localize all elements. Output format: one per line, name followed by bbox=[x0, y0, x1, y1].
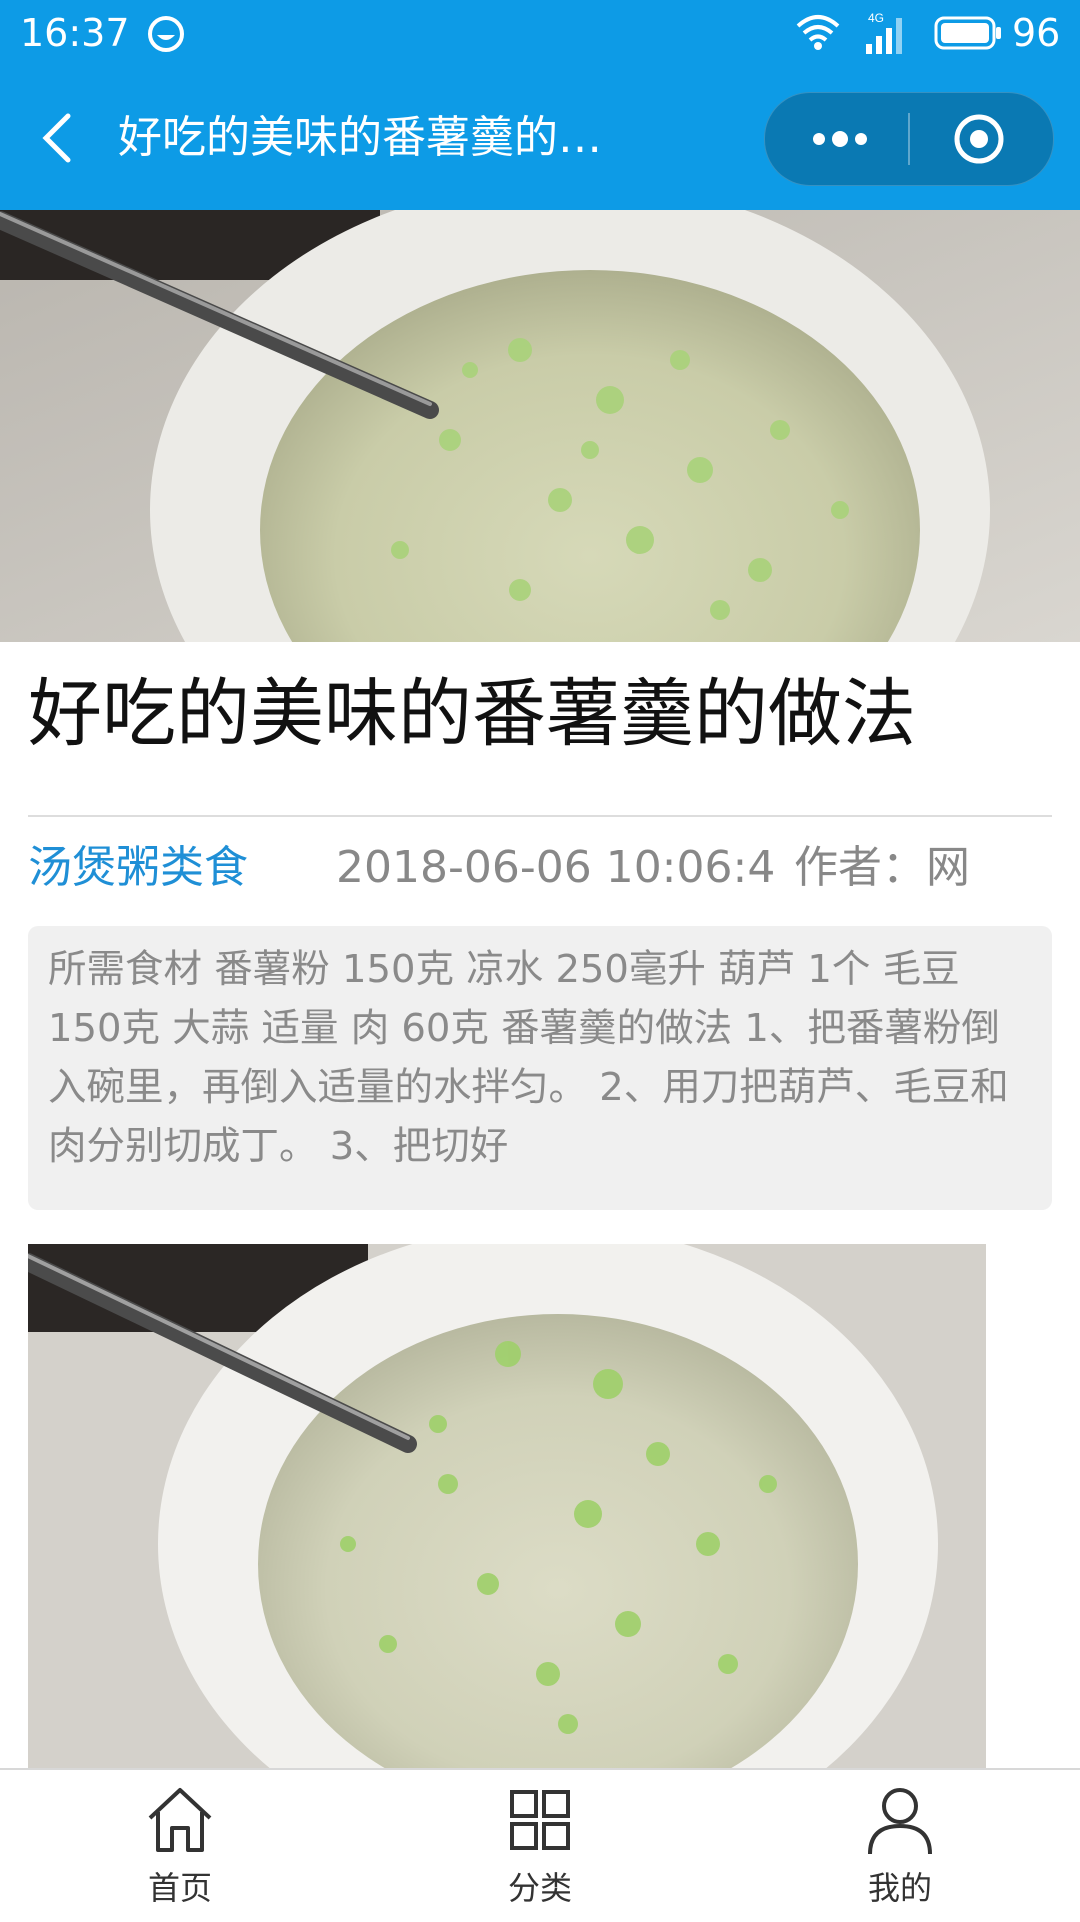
home-icon bbox=[148, 1788, 212, 1852]
tab-category-label: 分类 bbox=[507, 1869, 572, 1907]
status-time: 16:37 bbox=[20, 11, 130, 55]
battery-icon bbox=[934, 16, 1001, 50]
close-target-icon[interactable] bbox=[953, 113, 1005, 165]
category-link[interactable]: 汤煲粥类食 bbox=[28, 836, 248, 900]
article-meta: 汤煲粥类食 2018-06-06 10:06:4 作者：网 bbox=[28, 836, 1052, 900]
grid-icon bbox=[510, 1790, 570, 1850]
wifi-icon bbox=[796, 15, 840, 50]
more-icon[interactable] bbox=[805, 115, 875, 163]
user-icon bbox=[868, 1788, 932, 1855]
notification-app-icon bbox=[148, 16, 184, 52]
nav-bar: 好吃的美味的番薯羹的… bbox=[0, 66, 1080, 210]
capsule-divider bbox=[908, 113, 910, 165]
battery-percent: 96 bbox=[1012, 11, 1061, 55]
network-type-label: 4G bbox=[868, 11, 884, 25]
tab-bar: 首页 分类 我的 bbox=[0, 1768, 1080, 1922]
signal-icon: 4G bbox=[866, 11, 902, 54]
tab-home-label: 首页 bbox=[147, 1869, 212, 1907]
mini-program-capsule bbox=[764, 92, 1054, 186]
nav-title: 好吃的美味的番薯羹的… bbox=[118, 112, 602, 163]
back-icon[interactable] bbox=[36, 110, 80, 166]
tab-category[interactable]: 分类 bbox=[440, 1770, 640, 1922]
publish-date: 2018-06-06 10:06:4 bbox=[336, 842, 776, 893]
tab-mine[interactable]: 我的 bbox=[800, 1770, 1000, 1922]
tab-home[interactable]: 首页 bbox=[80, 1770, 280, 1922]
author-label: 作者：网 bbox=[794, 842, 970, 893]
article-title: 好吃的美味的番薯羹的做法 bbox=[28, 671, 916, 757]
hero-image bbox=[0, 210, 1080, 642]
divider bbox=[28, 815, 1052, 817]
status-bar: 16:37 4G 96 bbox=[0, 0, 1080, 66]
content-image bbox=[28, 1244, 986, 1770]
tab-mine-label: 我的 bbox=[867, 1869, 932, 1907]
article-summary: 所需食材 番薯粉 150克 凉水 250毫升 葫芦 1个 毛豆 150克 大蒜 … bbox=[28, 926, 1052, 1210]
